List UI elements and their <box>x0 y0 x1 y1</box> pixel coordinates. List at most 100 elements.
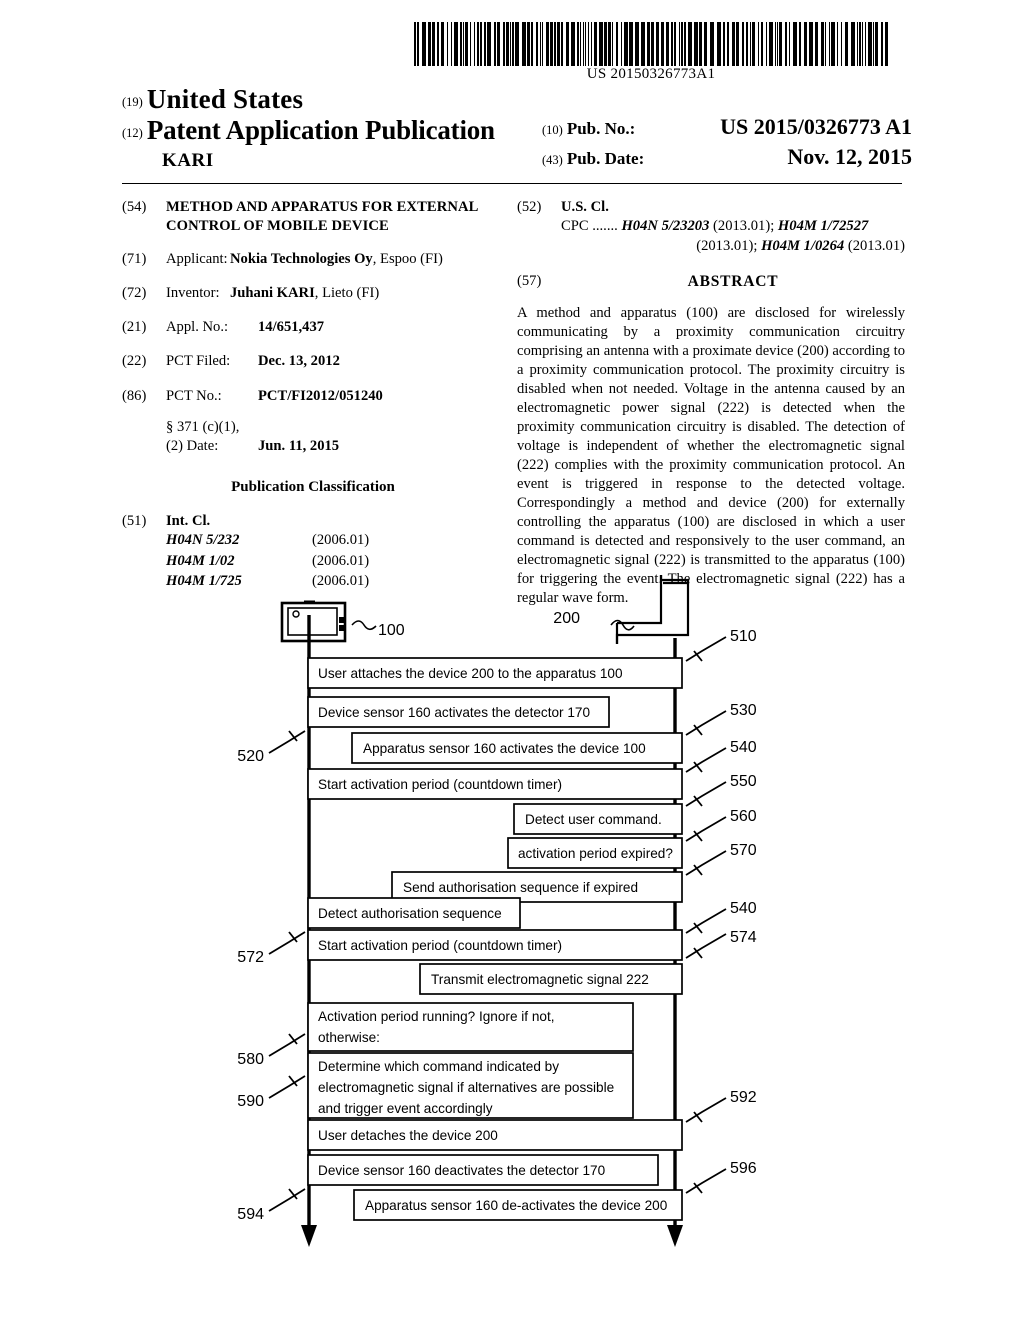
int-cl-row: H04M 1/02 (2006.01) <box>166 552 369 572</box>
bibliographic-right-column: (52) U.S. Cl. CPC ....... H04N 5/23203 (… <box>517 198 905 608</box>
patent-front-page: US 20150326773A1 (19) United States (12)… <box>0 0 1024 1320</box>
pub-date-row: (43) Pub. Date: Nov. 12, 2015 <box>542 144 912 174</box>
applicant-location: , Espoo (FI) <box>372 250 443 267</box>
step-box-596: Apparatus sensor 160 de-activates the de… <box>353 1189 683 1221</box>
ref-100: 100 <box>378 622 405 639</box>
step-box-510: User attaches the device 200 to the appa… <box>307 657 683 689</box>
invention-title-line2: CONTROL OF MOBILE DEVICE <box>166 218 389 235</box>
field-371: § 371 (c)(1), (2) Date: Jun. 11, 2015 <box>122 418 504 457</box>
step-label-510: User attaches the device 200 to the appa… <box>318 666 623 681</box>
ref-580: 580 <box>237 1051 264 1068</box>
cpc-prefix: CPC ....... <box>561 218 618 235</box>
applicant-label: Applicant: <box>166 250 228 267</box>
step-label-520: Device sensor 160 activates the detector… <box>318 705 590 720</box>
step-label-580-line2: otherwise: <box>318 1030 380 1045</box>
section-371-line: § 371 (c)(1), <box>166 418 240 435</box>
cpc-line-2: (2013.01); H04M 1/0264 (2013.01) <box>561 237 905 256</box>
cpc-year-2: (2013.01); <box>696 237 762 254</box>
field-appl-no: (21) Appl. No.: 14/651,437 <box>122 318 504 337</box>
pub-no-row: (10) Pub. No.: US 2015/0326773 A1 <box>542 114 912 144</box>
step-box-550: Detect user command. <box>513 803 683 835</box>
abstract-heading-row: (57) ABSTRACT <box>517 272 905 292</box>
step-box-560: activation period expired? <box>507 837 683 869</box>
pct-filed-label: PCT Filed: <box>166 353 231 370</box>
cpc-code-1: H04N 5/23203 <box>621 218 710 235</box>
field-code-54: (54) <box>122 199 147 215</box>
abstract-text: A method and apparatus (100) are disclos… <box>517 305 905 606</box>
step-box-540: Start activation period (countdown timer… <box>307 768 683 800</box>
country-name: United States <box>146 84 304 114</box>
abstract-heading: ABSTRACT <box>687 272 779 290</box>
invention-title-line1: METHOD AND APPARATUS FOR EXTERNAL <box>166 199 479 215</box>
step-label-594: Device sensor 160 deactivates the detect… <box>318 1163 606 1178</box>
device-200-icon <box>615 575 690 644</box>
cpc-year-1: (2013.01); <box>709 218 778 235</box>
code-19: (19) <box>122 95 143 109</box>
int-cl-year: (2006.01) <box>312 552 370 569</box>
int-cl-year: (2006.01) <box>312 532 370 549</box>
apparatus-100-icon <box>280 600 347 643</box>
int-cl-row: H04N 5/232 (2006.01) <box>166 531 369 551</box>
cpc-line: CPC ....... H04N 5/23203 (2013.01); H04M… <box>561 217 905 236</box>
header-right: (10) Pub. No.: US 2015/0326773 A1 (43) P… <box>542 114 912 174</box>
step-label-550: Detect user command. <box>525 812 662 827</box>
field-code-21: (21) <box>122 319 147 335</box>
pct-no-label: PCT No.: <box>166 387 222 404</box>
ref-590: 590 <box>237 1093 264 1110</box>
field-inventor: (72) Inventor: Juhani KARI, Lieto (FI) <box>122 284 504 303</box>
field-code-86: (86) <box>122 387 147 404</box>
ref-540: 540 <box>730 739 757 756</box>
step-label-530: Apparatus sensor 160 activates the devic… <box>363 741 646 756</box>
ref-520: 520 <box>237 748 264 765</box>
step-box-592: User detaches the device 200 <box>307 1119 683 1151</box>
step-label-590-line1: Determine which command indicated by <box>318 1059 559 1074</box>
inventor-surname-line: KARI <box>122 150 542 176</box>
step-box-530: Apparatus sensor 160 activates the devic… <box>351 732 683 764</box>
field-pct-filed: (22) PCT Filed: Dec. 13, 2012 <box>122 352 504 371</box>
step-label-580-line1: Activation period running? Ignore if not… <box>318 1009 555 1024</box>
ref-574: 574 <box>730 929 757 946</box>
ref-572: 572 <box>237 949 264 966</box>
us-cl-label: U.S. Cl. <box>561 199 609 215</box>
step-label-540b: Start activation period (countdown timer… <box>318 938 562 953</box>
step-box-590: Determine which command indicated by ele… <box>307 1052 634 1119</box>
section-371-date-value: Jun. 11, 2015 <box>258 438 340 454</box>
step-label-560: activation period expired? <box>518 846 673 861</box>
code-10: (10) <box>542 123 563 137</box>
field-title: (54) METHOD AND APPARATUS FOR EXTERNAL C… <box>122 198 504 237</box>
field-applicant: (71) Applicant: Nokia Technologies Oy, Es… <box>122 250 504 269</box>
ref-592: 592 <box>730 1089 757 1106</box>
field-code-57: (57) <box>517 272 542 289</box>
field-code-72: (72) <box>122 284 147 301</box>
figure-flowchart: 100 200 User attaches the device 200 to … <box>0 575 1024 1265</box>
field-us-cl: (52) U.S. Cl. CPC ....... H04N 5/23203 (… <box>517 198 905 256</box>
publication-classification-heading: Publication Classification <box>231 479 395 496</box>
field-code-22: (22) <box>122 353 147 370</box>
ref-530: 530 <box>730 702 757 719</box>
int-cl-code: H04N 5/232 <box>166 532 240 549</box>
ref-560: 560 <box>730 808 757 825</box>
int-cl-label: Int. Cl. <box>166 513 211 530</box>
doctype-line: (12) Patent Application Publication <box>122 115 542 150</box>
step-box-574: Transmit electromagnetic signal 222 <box>419 963 683 995</box>
step-label-572: Detect authorisation sequence <box>318 906 502 921</box>
cpc-year-3: (2013.01) <box>844 237 905 254</box>
document-type: Patent Application Publication <box>146 115 495 145</box>
document-header: (19) United States (12) Patent Applicati… <box>122 84 912 180</box>
ref-594: 594 <box>237 1206 264 1223</box>
bibliographic-left-column: (54) METHOD AND APPARATUS FOR EXTERNAL C… <box>122 198 504 605</box>
header-divider <box>122 183 902 184</box>
ref-200: 200 <box>553 610 580 627</box>
step-label-574: Transmit electromagnetic signal 222 <box>431 972 649 987</box>
cpc-code-3: H04M 1/0264 <box>761 237 845 254</box>
arrowhead-left <box>301 1225 317 1247</box>
code-43: (43) <box>542 153 563 167</box>
header-left: (19) United States (12) Patent Applicati… <box>122 84 542 176</box>
pub-no-label: Pub. No.: <box>566 119 636 138</box>
field-pct-no: (86) PCT No.: PCT/FI2012/051240 <box>122 387 504 406</box>
ref-596: 596 <box>730 1160 757 1177</box>
field-code-71: (71) <box>122 250 147 267</box>
step-label-592: User detaches the device 200 <box>318 1128 498 1143</box>
ref-540b: 540 <box>730 900 757 917</box>
step-label-590-line3: and trigger event accordingly <box>318 1101 493 1116</box>
